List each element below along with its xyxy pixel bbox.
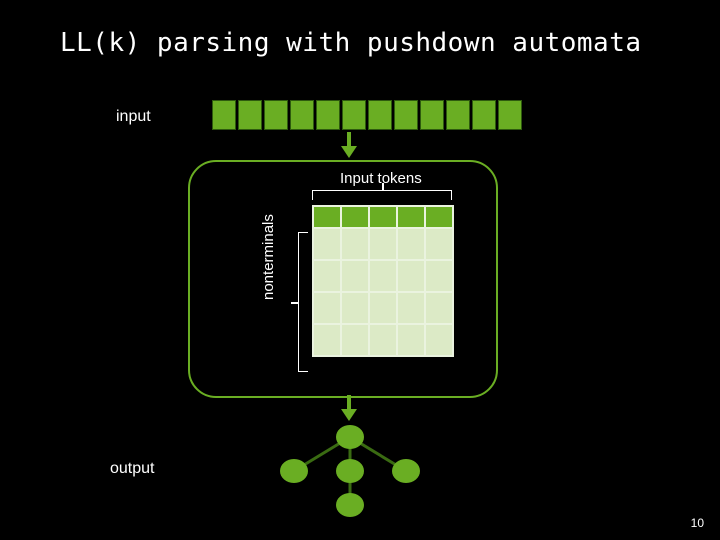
table-cell <box>398 229 424 259</box>
tree-node <box>336 493 364 517</box>
tape-cell <box>498 100 522 130</box>
column-bracket <box>312 190 452 200</box>
slide-number: 10 <box>691 516 704 530</box>
tape-cell <box>238 100 262 130</box>
table-cell <box>426 293 452 323</box>
output-label: output <box>110 460 154 478</box>
tape-cell <box>342 100 366 130</box>
input-label: input <box>116 108 151 126</box>
parse-table <box>312 205 454 357</box>
table-cell <box>426 261 452 291</box>
table-header-cell <box>426 207 452 227</box>
tape-cell <box>316 100 340 130</box>
table-cell <box>314 261 340 291</box>
table-cell <box>370 261 396 291</box>
table-cell <box>370 229 396 259</box>
tape-cell <box>264 100 288 130</box>
table-cell <box>398 261 424 291</box>
arrow-down-icon <box>338 395 360 423</box>
table-header-cell <box>314 207 340 227</box>
arrow-down-icon <box>338 132 360 160</box>
table-cell <box>370 293 396 323</box>
parse-tree <box>260 425 440 515</box>
tape-cell <box>212 100 236 130</box>
table-cell <box>342 261 368 291</box>
tree-node <box>336 425 364 449</box>
table-cell <box>426 325 452 355</box>
nonterminals-label: nonterminals <box>260 214 277 300</box>
table-header-cell <box>342 207 368 227</box>
input-tokens-label: Input tokens <box>340 170 422 187</box>
table-cell <box>398 293 424 323</box>
tree-node <box>336 459 364 483</box>
table-cell <box>342 229 368 259</box>
tree-node <box>280 459 308 483</box>
tape-cell <box>394 100 418 130</box>
tree-node <box>392 459 420 483</box>
table-cell <box>314 325 340 355</box>
table-cell <box>314 229 340 259</box>
table-cell <box>314 293 340 323</box>
tape-cell <box>290 100 314 130</box>
row-bracket <box>298 232 308 372</box>
table-cell <box>342 293 368 323</box>
table-cell <box>398 325 424 355</box>
tape-cell <box>420 100 444 130</box>
table-cell <box>370 325 396 355</box>
tape-cell <box>446 100 470 130</box>
tape-cell <box>472 100 496 130</box>
tape-cell <box>368 100 392 130</box>
table-header-cell <box>398 207 424 227</box>
table-cell <box>426 229 452 259</box>
table-cell <box>342 325 368 355</box>
table-header-cell <box>370 207 396 227</box>
slide-title: LL(k) parsing with pushdown automata <box>0 0 720 58</box>
input-tape <box>210 98 524 132</box>
